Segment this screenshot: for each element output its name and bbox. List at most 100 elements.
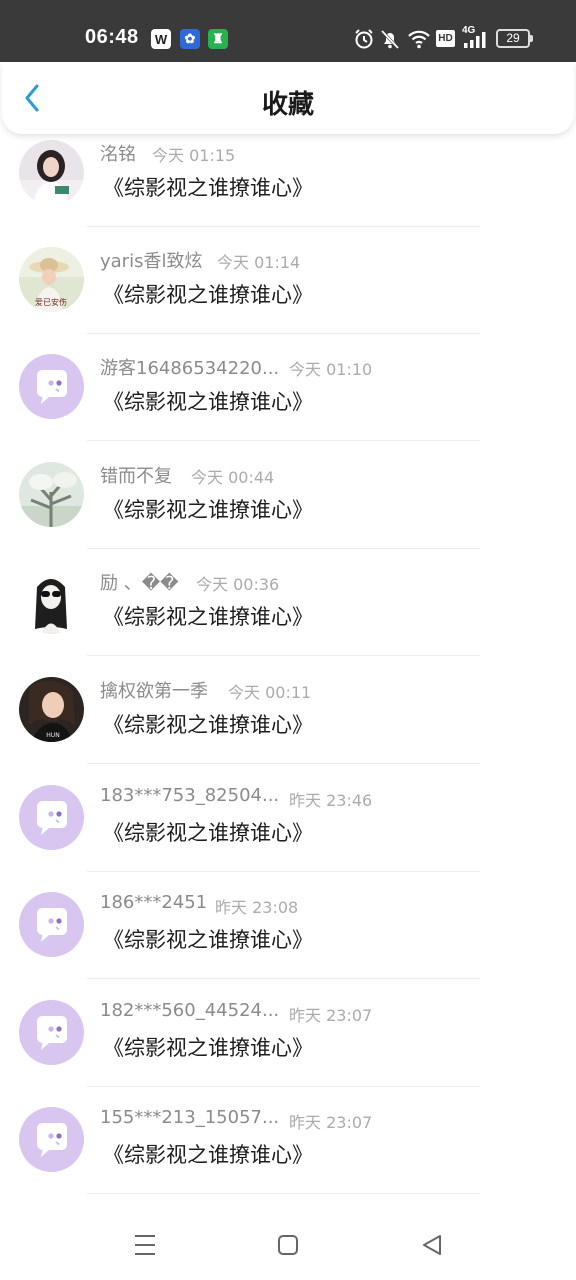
avatar[interactable] (19, 1107, 84, 1172)
avatar[interactable] (19, 140, 84, 205)
item-meta: 155***213_15057... (100, 1107, 279, 1128)
avatar[interactable] (19, 462, 84, 527)
svg-text:爱已安伤: 爱已安伤 (35, 297, 67, 307)
hd-icon: HD (436, 30, 455, 47)
item-meta: 错而不复 (100, 462, 172, 488)
username: 洺铭 (100, 144, 136, 165)
app-header: 收藏 (2, 62, 574, 134)
back-triangle-icon[interactable] (417, 1230, 447, 1260)
book-title: 《综影视之谁撩谁心》 (103, 928, 313, 952)
avatar[interactable] (19, 354, 84, 419)
user-photo-avatar-icon: HUN (19, 677, 84, 742)
username: 155***213_15057... (100, 1107, 280, 1128)
page-title: 收藏 (261, 90, 314, 120)
list-item[interactable]: 155***213_15057... 昨天 23:07 《综影视之谁撩谁心》 (0, 1107, 576, 1198)
username: 励 、�� (100, 573, 179, 594)
item-meta: 游客16486534220... (100, 354, 279, 380)
home-square-icon[interactable] (273, 1230, 303, 1260)
divider (87, 763, 480, 764)
list-item[interactable]: 183***753_82504... 昨天 23:46 《综影视之谁撩谁心》 (0, 785, 576, 892)
timestamp: 今天 01:10 (289, 360, 373, 379)
wps-app-icon: W (151, 29, 171, 49)
timestamp: 今天 00:36 (196, 575, 280, 594)
divider (87, 226, 480, 227)
baidu-app-icon: ✿ (180, 29, 200, 49)
avatar[interactable] (19, 1000, 84, 1065)
timestamp: 昨天 23:46 (289, 791, 373, 810)
user-photo-avatar-icon (19, 462, 84, 527)
username: 错而不复 (100, 466, 172, 487)
item-meta: 183***753_82504... (100, 785, 279, 806)
alarm-icon (355, 29, 373, 49)
favorites-list: 洺铭 今天 01:15 《综影视之谁撩谁心》 爱已安伤 yaris香l致炫 今天… (0, 120, 576, 1198)
book-title: 《综影视之谁撩谁心》 (103, 176, 313, 200)
list-item[interactable]: 励 、�� 今天 00:36 《综影视之谁撩谁心》 (0, 569, 576, 676)
timestamp: 昨天 23:07 (289, 1113, 373, 1132)
divider (87, 333, 480, 334)
menu-icon[interactable] (130, 1230, 160, 1260)
username: 182***560_44524... (100, 1000, 280, 1021)
default-chat-avatar-icon (19, 1000, 84, 1065)
avatar[interactable] (19, 892, 84, 957)
timestamp: 昨天 23:07 (289, 1006, 373, 1025)
book-title: 《综影视之谁撩谁心》 (103, 605, 313, 629)
avatar[interactable] (19, 785, 84, 850)
item-meta: 励 、�� (100, 569, 179, 595)
book-title: 《综影视之谁撩谁心》 (103, 1036, 313, 1060)
divider (87, 1086, 480, 1087)
item-meta: 186***2451 (100, 892, 207, 913)
list-item[interactable]: 爱已安伤 yaris香l致炫 今天 01:14 《综影视之谁撩谁心》 (0, 247, 576, 354)
timestamp: 今天 00:11 (228, 683, 312, 702)
green-app-icon: ♜ (208, 29, 228, 49)
list-item[interactable]: 错而不复 今天 00:44 《综影视之谁撩谁心》 (0, 462, 576, 569)
mute-bell-icon (380, 29, 400, 50)
item-meta: 洺铭 (100, 140, 136, 166)
system-nav-bar (0, 1210, 576, 1280)
timestamp: 今天 01:14 (217, 253, 301, 272)
user-photo-avatar-icon: 爱已安伤 (19, 247, 84, 312)
divider (87, 548, 480, 549)
book-title: 《综影视之谁撩谁心》 (103, 713, 313, 737)
signal-icon (464, 32, 486, 48)
book-title: 《综影视之谁撩谁心》 (103, 283, 313, 307)
default-chat-avatar-icon (19, 785, 84, 850)
book-title: 《综影视之谁撩谁心》 (103, 1143, 313, 1167)
divider (87, 978, 480, 979)
book-title: 《综影视之谁撩谁心》 (103, 498, 313, 522)
status-bar: 06:48 W ✿ ♜ HD 4G 29 (0, 0, 576, 62)
list-item[interactable]: 186***2451 昨天 23:08 《综影视之谁撩谁心》 (0, 892, 576, 999)
list-item[interactable]: HUN 擒权欲第一季 今天 00:11 《综影视之谁撩谁心》 (0, 677, 576, 784)
user-photo-avatar-icon (19, 140, 84, 205)
list-item[interactable]: 洺铭 今天 01:15 《综影视之谁撩谁心》 (0, 140, 576, 247)
username: 擒权欲第一季 (100, 681, 208, 702)
username: 游客16486534220... (100, 358, 280, 379)
status-time: 06:48 (85, 26, 139, 48)
item-meta: yaris香l致炫 (100, 247, 202, 273)
book-title: 《综影视之谁撩谁心》 (103, 390, 313, 414)
divider (87, 440, 480, 441)
svg-text:HUN: HUN (46, 732, 59, 739)
list-item[interactable]: 182***560_44524... 昨天 23:07 《综影视之谁撩谁心》 (0, 1000, 576, 1107)
username: yaris香l致炫 (100, 251, 203, 272)
divider (87, 655, 480, 656)
user-photo-avatar-icon (19, 569, 84, 634)
item-meta: 182***560_44524... (100, 1000, 279, 1021)
default-chat-avatar-icon (19, 892, 84, 957)
username: 183***753_82504... (100, 785, 280, 806)
item-meta: 擒权欲第一季 (100, 677, 208, 703)
divider (87, 1193, 480, 1194)
default-chat-avatar-icon (19, 1107, 84, 1172)
divider (87, 871, 480, 872)
timestamp: 昨天 23:08 (215, 898, 299, 917)
battery-indicator: 29 (496, 29, 533, 48)
avatar[interactable]: HUN (19, 677, 84, 742)
wifi-icon (408, 30, 430, 49)
timestamp: 今天 01:15 (152, 146, 236, 165)
default-chat-avatar-icon (19, 354, 84, 419)
list-item[interactable]: 游客16486534220... 今天 01:10 《综影视之谁撩谁心》 (0, 354, 576, 461)
book-title: 《综影视之谁撩谁心》 (103, 821, 313, 845)
avatar[interactable] (19, 569, 84, 634)
timestamp: 今天 00:44 (191, 468, 275, 487)
username: 186***2451 (100, 892, 208, 913)
avatar[interactable]: 爱已安伤 (19, 247, 84, 312)
